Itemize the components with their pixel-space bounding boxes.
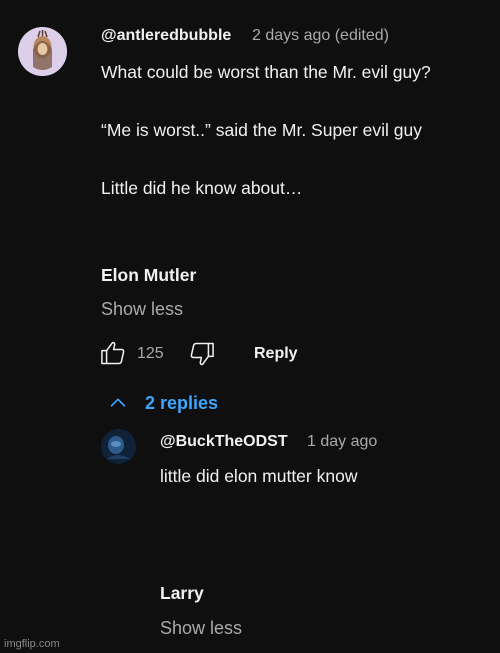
avatar-image [18,27,67,76]
comment-author-avatar[interactable] [18,27,67,76]
comment-timestamp[interactable]: 2 days ago (edited) [252,27,389,45]
reply-timestamp[interactable]: 1 day ago [307,433,377,451]
comment-show-less-button[interactable]: Show less [101,299,183,320]
comment-text-line-2: “Me is worst..” said the Mr. Super evil … [101,120,422,140]
comment-text-line-3: Little did he know about… [101,178,303,198]
chevron-up-icon [110,398,126,407]
comment-text-line-1: What could be worst than the Mr. evil gu… [101,62,431,82]
replies-toggle-button[interactable]: 2 replies [107,392,237,416]
reply-button[interactable]: Reply [254,345,298,363]
dislike-button[interactable] [188,340,216,368]
replies-toggle-label: 2 replies [145,393,219,413]
thumbs-down-icon [190,342,214,366]
comment-text-name: Elon Mutler [101,265,197,285]
imgflip-watermark: imgflip.com [4,638,60,650]
reply-author-avatar[interactable] [101,429,136,464]
reply-text-line-1: little did elon mutter know [160,466,358,486]
reply-author-handle[interactable]: @BuckTheODST [160,433,288,451]
comment-author-handle[interactable]: @antleredbubble [101,27,231,45]
like-count: 125 [137,345,164,362]
reply-show-less-button[interactable]: Show less [160,618,242,639]
like-button[interactable] [99,339,127,367]
reply-text-name: Larry [160,583,204,603]
avatar-image [101,429,136,464]
thumbs-up-icon [101,341,125,365]
